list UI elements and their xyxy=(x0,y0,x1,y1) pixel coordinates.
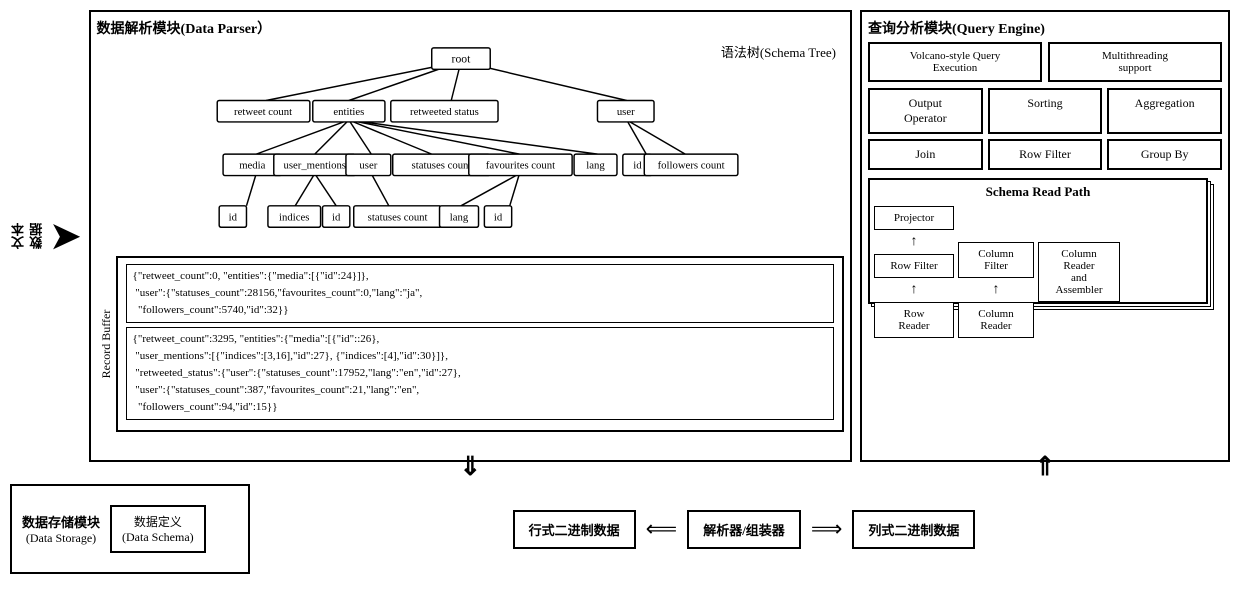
schema-tree-area: 语法树(Schema Tree) xyxy=(97,42,844,252)
svg-text:indices: indices xyxy=(279,211,309,223)
row-filter-item: Row Filter xyxy=(874,254,954,278)
schema-read-path-wrapper: Schema Read Path Projector ↑ Row Filter … xyxy=(868,178,1222,304)
row-binary-box: 行式二进制数据 xyxy=(513,510,636,549)
right-arrow: ⟹ xyxy=(811,516,843,542)
svg-text:user: user xyxy=(359,160,377,172)
svg-text:favourites count: favourites count xyxy=(485,160,554,172)
join-cell: Join xyxy=(868,139,983,170)
row-filter-cell: Row Filter xyxy=(988,139,1103,170)
record-buffer-wrapper: Record Buffer {"retweet_count":0, "entit… xyxy=(97,256,844,432)
schema-tree-label: 语法树(Schema Tree) xyxy=(721,42,836,61)
record-buffer-content: {"retweet_count":0, "entities":{"media":… xyxy=(116,256,844,432)
svg-text:id: id xyxy=(228,211,237,223)
column-filter-item: ColumnFilter xyxy=(958,242,1034,278)
sorting-cell: Sorting xyxy=(988,88,1103,134)
data-parser-title: 数据解析模块(Data Parser） xyxy=(97,18,844,38)
tree-svg: root retweet count entities retweeted st… xyxy=(97,42,844,237)
svg-text:media: media xyxy=(239,160,265,172)
bottom-middle: 行式二进制数据 ⟸ 解析器/组装器 ⟹ 列式二进制数据 xyxy=(258,484,1230,574)
data-storage-subtitle: (Data Storage) xyxy=(22,531,100,546)
arrow-down-2: ↑ xyxy=(874,282,954,298)
multithreading-box: Multithreadingsupport xyxy=(1048,42,1222,82)
record-row-2: {"retweet_count":3295, "entities":{"medi… xyxy=(126,327,834,420)
qe-top-row: Volcano-style QueryExecution Multithread… xyxy=(868,42,1222,82)
schema-read-path-title: Schema Read Path xyxy=(874,184,1202,200)
text-data-box: 文本数据 xyxy=(10,10,46,462)
bottom-row: 数据存储模块 (Data Storage) 数据定义(Data Schema) … xyxy=(10,484,1230,574)
svg-text:retweeted status: retweeted status xyxy=(410,106,479,118)
query-engine-title: 查询分析模块(Query Engine) xyxy=(868,18,1222,38)
svg-text:retweet count: retweet count xyxy=(234,106,292,118)
svg-text:user_mentions: user_mentions xyxy=(283,160,346,172)
data-storage-title-wrapper: 数据存储模块 (Data Storage) xyxy=(22,512,100,546)
record-row-1: {"retweet_count":0, "entities":{"media":… xyxy=(126,264,834,323)
output-operator-cell: OutputOperator xyxy=(868,88,983,134)
data-schema-box: 数据定义(Data Schema) xyxy=(110,505,206,553)
projector-item: Projector xyxy=(874,206,954,230)
data-storage-title: 数据存储模块 xyxy=(22,512,100,531)
columnar-binary-box: 列式二进制数据 xyxy=(852,510,975,549)
svg-text:user: user xyxy=(616,106,634,118)
schema-col-2: ColumnFilter ↑ ColumnReader xyxy=(958,242,1034,338)
schema-read-inner: Projector ↑ Row Filter ↑ RowReader Colum… xyxy=(874,206,1202,338)
top-row: 文本数据 ➤ 数据解析模块(Data Parser） 语法树(Schema Tr… xyxy=(10,10,1230,462)
main-container: 文本数据 ➤ 数据解析模块(Data Parser） 语法树(Schema Tr… xyxy=(10,10,1230,574)
svg-text:root: root xyxy=(451,52,471,65)
stack-layer-1: Schema Read Path Projector ↑ Row Filter … xyxy=(868,178,1208,304)
svg-text:statuses count: statuses count xyxy=(411,160,471,172)
svg-text:id: id xyxy=(493,211,502,223)
svg-text:statuses count: statuses count xyxy=(367,211,427,223)
record-buffer-label: Record Buffer xyxy=(97,256,116,432)
group-by-cell: Group By xyxy=(1107,139,1222,170)
schema-col-1: Projector ↑ Row Filter ↑ RowReader xyxy=(874,206,954,338)
column-reader-item: ColumnReader xyxy=(958,302,1034,338)
qe-up-arrow: ⇑ xyxy=(1034,452,1056,482)
arrow-down-3: ↑ xyxy=(958,282,1034,298)
fat-left-arrow: ➤ xyxy=(50,10,80,462)
right-arrow-box: ⟹ xyxy=(811,516,843,542)
svg-text:id: id xyxy=(633,160,642,172)
aggregation-cell: Aggregation xyxy=(1107,88,1222,134)
row-reader-item: RowReader xyxy=(874,302,954,338)
qe-operator-grid: OutputOperator Sorting Aggregation Join … xyxy=(868,88,1222,170)
data-parser-module: 数据解析模块(Data Parser） 语法树(Schema Tree) xyxy=(89,10,852,462)
data-storage-module: 数据存储模块 (Data Storage) 数据定义(Data Schema) xyxy=(10,484,250,574)
text-data-label: 文本数据 xyxy=(10,223,46,249)
arrow-down-1: ↑ xyxy=(874,234,954,250)
double-arrow-box: ⟸ xyxy=(646,516,678,542)
svg-text:lang: lang xyxy=(449,211,468,223)
parser-down-arrow: ⇓ xyxy=(459,452,481,482)
query-engine-module: 查询分析模块(Query Engine) Volcano-style Query… xyxy=(860,10,1230,462)
left-arrow: ⟸ xyxy=(646,516,678,542)
column-reader-assembler-item: ColumnReaderandAssembler xyxy=(1038,242,1120,302)
parser-assembler-box: 解析器/组装器 xyxy=(687,510,801,549)
svg-text:entities: entities xyxy=(333,106,364,118)
svg-text:lang: lang xyxy=(586,160,605,172)
svg-text:followers count: followers count xyxy=(657,160,724,172)
svg-text:id: id xyxy=(332,211,341,223)
left-section: 文本数据 ➤ xyxy=(10,10,81,462)
schema-col-3: ColumnReaderandAssembler xyxy=(1038,242,1120,338)
volcano-box: Volcano-style QueryExecution xyxy=(868,42,1042,82)
